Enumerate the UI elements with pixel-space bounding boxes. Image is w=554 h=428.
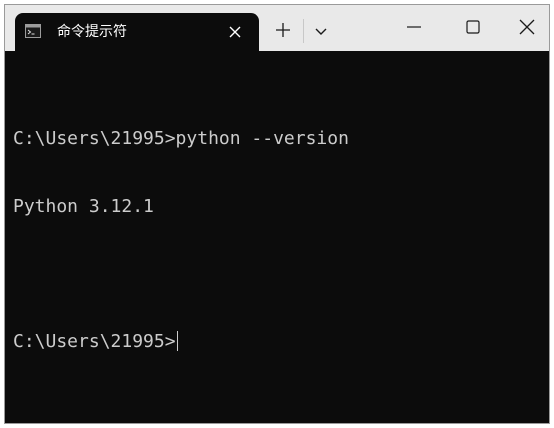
title-bar[interactable]: 命令提示符	[5, 5, 549, 51]
prompt-text: C:\Users\21995>	[13, 330, 176, 352]
close-tab-icon[interactable]	[227, 24, 243, 40]
tab-title: 命令提示符	[57, 24, 127, 40]
terminal-window: 命令提示符 C:\Users\21995>python --version Py…	[4, 4, 550, 424]
chevron-down-icon[interactable]	[314, 25, 328, 37]
text-cursor	[176, 330, 179, 351]
titlebar-divider	[303, 19, 304, 43]
plus-icon[interactable]	[275, 22, 291, 38]
terminal-prompt-line[interactable]: C:\Users\21995>	[13, 330, 543, 354]
terminal-line: Python 3.12.1	[13, 195, 154, 217]
terminal-output[interactable]: C:\Users\21995>python --version Python 3…	[13, 83, 543, 398]
minimize-icon[interactable]	[406, 19, 422, 35]
command-prompt-icon	[25, 24, 41, 38]
close-icon[interactable]	[519, 19, 535, 35]
maximize-icon[interactable]	[465, 19, 481, 35]
tab-command-prompt[interactable]: 命令提示符	[15, 13, 259, 51]
terminal-line: C:\Users\21995>python --version	[13, 128, 349, 149]
